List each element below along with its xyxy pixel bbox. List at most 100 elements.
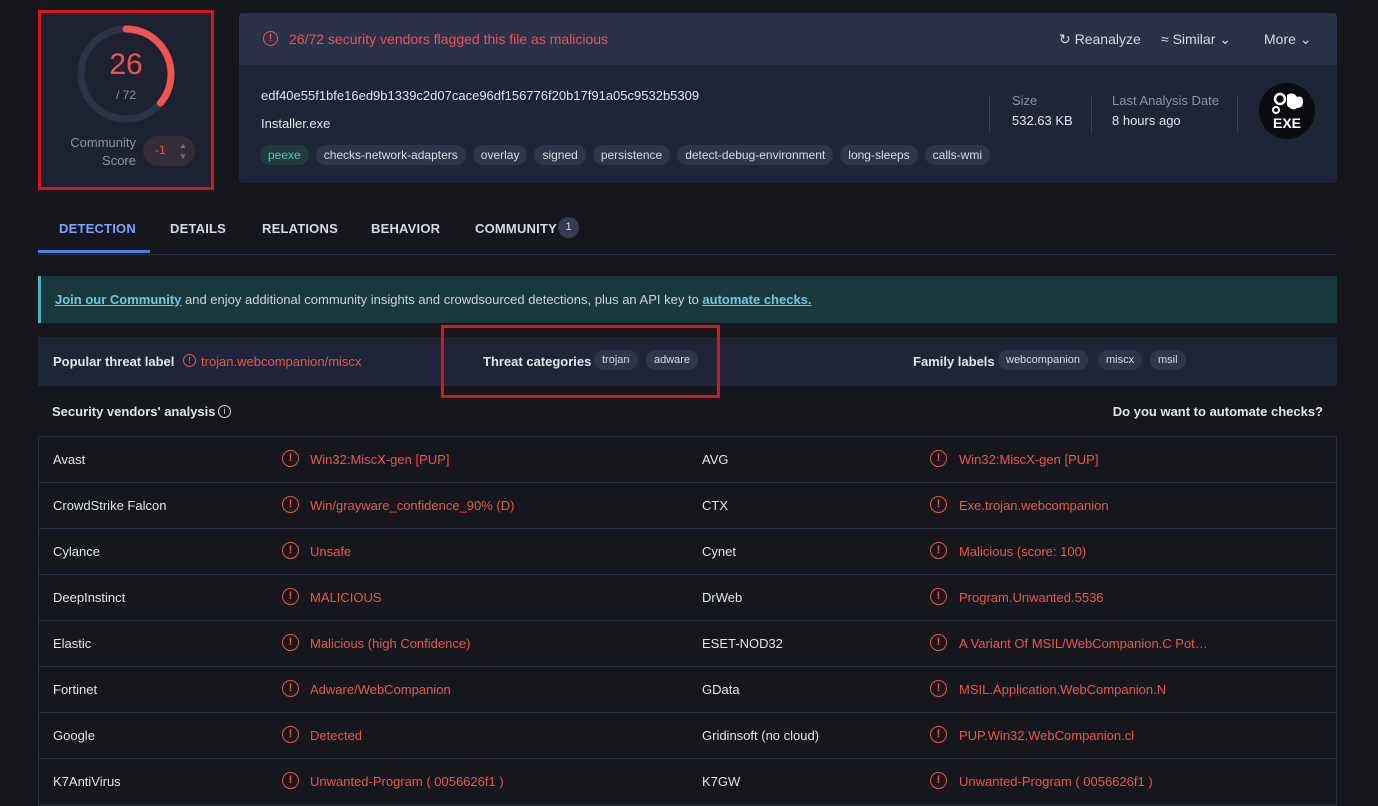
table-row: K7AntiVirus! Unwanted-Program ( 0056626f1… [39, 759, 1336, 805]
tab-behavior[interactable]: BEHAVIOR [371, 221, 440, 236]
info-icon[interactable]: i [218, 405, 231, 418]
file-tags: peexe checks-network-adapters overlay si… [260, 145, 991, 165]
similar-label: Similar [1172, 31, 1216, 47]
table-row: Elastic! Malicious (high Confidence) ESET-… [39, 621, 1336, 667]
vendor-result[interactable]: Win32:MiscX-gen [PUP] [959, 452, 1098, 467]
alert-icon: ! [930, 496, 947, 513]
banner-text: Join our Community and enjoy additional … [55, 292, 812, 307]
file-type-label: EXE [1272, 115, 1301, 131]
vendor-name: Gridinsoft (no cloud) [702, 728, 820, 743]
file-tag[interactable]: checks-network-adapters [315, 145, 466, 165]
vendor-name: K7AntiVirus [53, 774, 121, 789]
alert-icon: ! [930, 772, 947, 789]
refresh-icon: ↻ [1059, 31, 1071, 47]
vendor-name: Fortinet [53, 682, 98, 697]
file-type-icon: EXE [1259, 83, 1315, 139]
join-community-link[interactable]: Join our Community [55, 292, 181, 307]
file-tag[interactable]: signed [534, 145, 586, 165]
alert-icon: ! [930, 450, 947, 467]
tab-detection[interactable]: DETECTION [59, 221, 136, 236]
family-label-pill[interactable]: miscx [1098, 350, 1143, 370]
chevron-down-icon: ⌄ [1299, 31, 1312, 47]
similar-icon: ≈ [1161, 31, 1169, 47]
size-label: Size [1012, 93, 1038, 108]
automate-checks-prompt[interactable]: Do you want to automate checks? [1113, 404, 1323, 419]
vendor-name: DrWeb [702, 590, 743, 605]
vendor-name: DeepInstinct [53, 590, 126, 605]
chevron-down-icon: ⌄ [1219, 31, 1231, 47]
alert-icon: ! [930, 542, 947, 559]
more-button[interactable]: More ⌄ [1264, 31, 1312, 48]
file-hash[interactable]: edf40e55f1bfe16ed9b1339c2d07cace96df1567… [261, 88, 699, 103]
vendor-result[interactable]: Detected [310, 728, 362, 743]
vendor-result[interactable]: MALICIOUS [310, 590, 382, 605]
vendor-result[interactable]: A Variant Of MSIL/WebCompanion.C Pot… [959, 636, 1208, 651]
vendor-result[interactable]: Unsafe [310, 544, 351, 559]
highlight-box-threat-categories [441, 325, 720, 398]
file-tag[interactable]: long-sleeps [840, 145, 918, 165]
alert-icon: ! [930, 588, 947, 605]
alert-icon: ! [930, 726, 947, 743]
alert-icon: ! [282, 726, 299, 743]
vendor-result[interactable]: Malicious (score: 100) [959, 544, 1086, 559]
popular-threat-value[interactable]: trojan.webcompanion/miscx [201, 354, 361, 369]
family-label-pill[interactable]: webcompanion [998, 350, 1088, 370]
table-row: Cylance! Unsafe Cynet! Malicious (score: 10… [39, 529, 1336, 575]
alert-icon: ! [263, 31, 278, 46]
vendor-result[interactable]: Win/grayware_confidence_90% (D) [310, 498, 514, 513]
vendor-result[interactable]: Win32:MiscX-gen [PUP] [310, 452, 449, 467]
vendor-result[interactable]: Malicious (high Confidence) [310, 636, 470, 651]
vendor-name: GData [702, 682, 740, 697]
family-label-pill[interactable]: msil [1150, 350, 1186, 370]
similar-button[interactable]: ≈ Similar ⌄ [1161, 31, 1231, 48]
vendors-analysis-title: Security vendors' analysis [52, 404, 216, 419]
vendor-name: CrowdStrike Falcon [53, 498, 167, 513]
vendor-result[interactable]: Unwanted-Program ( 0056626f1 ) [310, 774, 504, 789]
table-row: CrowdStrike Falcon! Win/grayware_confiden… [39, 483, 1336, 529]
last-analysis-label: Last Analysis Date [1112, 93, 1219, 108]
divider [1091, 95, 1092, 133]
alert-icon: ! [282, 450, 299, 467]
alert-text: 26/72 security vendors flagged this file… [289, 31, 609, 47]
alert-icon: ! [930, 680, 947, 697]
more-label: More [1264, 31, 1296, 47]
reanalyze-button[interactable]: ↻ Reanalyze [1059, 31, 1141, 48]
divider [1237, 95, 1238, 133]
tab-details[interactable]: DETAILS [170, 221, 226, 236]
banner-message: and enjoy additional community insights … [181, 292, 703, 307]
file-tag[interactable]: peexe [260, 145, 309, 165]
file-tag[interactable]: overlay [472, 145, 528, 165]
vendor-result[interactable]: Exe.trojan.webcompanion [959, 498, 1109, 513]
divider [989, 95, 990, 133]
vendor-name: AVG [702, 452, 729, 467]
vendor-result[interactable]: Unwanted-Program ( 0056626f1 ) [959, 774, 1153, 789]
file-tag[interactable]: persistence [592, 145, 671, 165]
vendor-name: K7GW [702, 774, 741, 789]
vendor-result[interactable]: MSIL.Application.WebCompanion.N [959, 682, 1166, 697]
alert-bar: ! 26/72 security vendors flagged this fi… [239, 13, 1337, 65]
alert-icon: ! [282, 496, 299, 513]
family-labels-label: Family labels [913, 354, 995, 369]
vendor-name: Cylance [53, 544, 100, 559]
alert-icon: ! [282, 542, 299, 559]
last-analysis-value: 8 hours ago [1112, 113, 1181, 128]
vendor-name: CTX [702, 498, 728, 513]
alert-icon: ! [282, 634, 299, 651]
vendor-result[interactable]: Program.Unwanted.5536 [959, 590, 1104, 605]
tab-community[interactable]: COMMUNITY [475, 221, 557, 236]
file-name: Installer.exe [261, 116, 331, 131]
alert-icon: ! [930, 634, 947, 651]
vendor-name: Google [53, 728, 95, 743]
file-header-card: ! 26/72 security vendors flagged this fi… [239, 13, 1337, 183]
alert-icon: ! [282, 772, 299, 789]
vendor-result[interactable]: PUP.Win32.WebCompanion.cl [959, 728, 1134, 743]
file-tag[interactable]: calls-wmi [924, 145, 991, 165]
tab-relations[interactable]: RELATIONS [262, 221, 338, 236]
table-row: Fortinet! Adware/WebCompanion GData! MSIL.A… [39, 667, 1336, 713]
automate-checks-link[interactable]: automate checks. [702, 292, 811, 307]
file-tag[interactable]: detect-debug-environment [677, 145, 834, 165]
vendor-result[interactable]: Adware/WebCompanion [310, 682, 451, 697]
highlight-box-score [38, 10, 214, 190]
vendor-results-table: Avast! Win32:MiscX-gen [PUP] AVG! Win32:Mis… [38, 436, 1337, 806]
vendor-name: Cynet [702, 544, 736, 559]
